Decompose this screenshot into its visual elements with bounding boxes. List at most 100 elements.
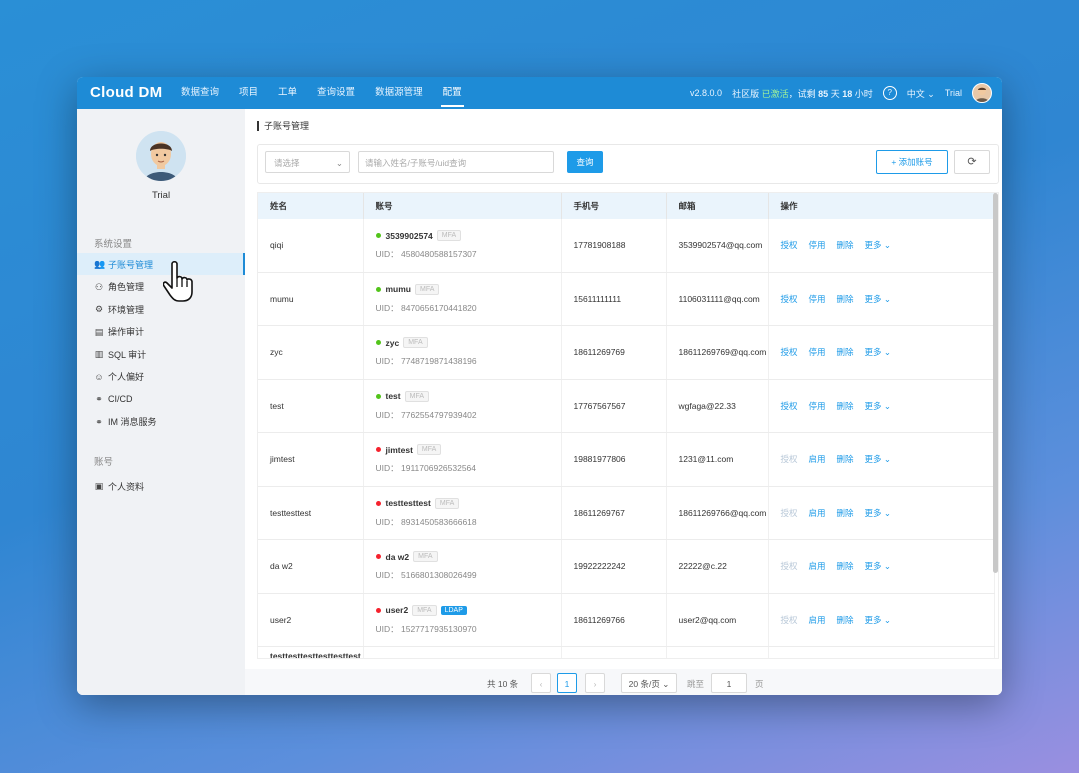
nav-item-5[interactable]: 配置: [440, 77, 464, 109]
cell-email: wgfaga@22.33: [666, 379, 769, 433]
more-button[interactable]: 更多 ⌄: [865, 508, 891, 518]
account-line: da w2 MFA: [375, 551, 560, 563]
cell-actions: 授权 停用 删除 更多 ⌄: [768, 325, 995, 380]
mfa-badge: MFA: [413, 551, 438, 563]
add-account-button[interactable]: + 添加账号: [876, 150, 948, 174]
main-content: 子账号管理 请选择 ⌄ 请输入姓名/子账号/uid查询 查询 + 添加账号 ⟳ 姓…: [245, 109, 1002, 695]
table-row[interactable]: jimtest jimtest MFA UID： 1911706926532564 19…: [258, 432, 995, 487]
table-row[interactable]: user2 user2 MFA LDAP UID： 1527717935130970 18…: [258, 593, 995, 647]
delete-button[interactable]: 删除: [837, 508, 854, 518]
prev-page-button[interactable]: ‹: [531, 673, 551, 693]
authorize-button[interactable]: 授权: [781, 508, 798, 518]
authorize-button[interactable]: 授权: [781, 347, 798, 357]
delete-button[interactable]: 删除: [837, 240, 854, 250]
delete-button[interactable]: 删除: [837, 454, 854, 464]
hand-cursor-icon: [163, 260, 193, 302]
nav-item-3[interactable]: 查询设置: [317, 77, 355, 109]
account-line: mumu MFA: [375, 283, 560, 295]
authorize-button[interactable]: 授权: [781, 240, 798, 250]
help-icon[interactable]: ?: [882, 86, 897, 100]
more-button[interactable]: 更多 ⌄: [865, 401, 891, 411]
authorize-button[interactable]: 授权: [781, 454, 798, 464]
toggle-status-button[interactable]: 停用: [809, 347, 826, 357]
page-1-button[interactable]: 1: [557, 673, 577, 693]
pagination: 共 10 条 ‹ 1 › 20 条/页 ⌄ 跳至 1 页: [245, 669, 1002, 695]
toggle-status-button[interactable]: 停用: [809, 401, 826, 411]
table-header: 姓名 账号 手机号 邮箱 操作: [258, 193, 995, 219]
cell-actions: [768, 646, 995, 658]
sidebar-item-preference[interactable]: ☺ 个人偏好: [77, 366, 245, 388]
mfa-badge: MFA: [415, 283, 440, 295]
search-button[interactable]: 查询: [567, 151, 603, 173]
delete-button[interactable]: 删除: [837, 401, 854, 411]
nav-item-4[interactable]: 数据源管理: [375, 77, 423, 109]
more-button[interactable]: 更多 ⌄: [865, 347, 891, 357]
delete-button[interactable]: 删除: [837, 294, 854, 304]
header-avatar[interactable]: [972, 83, 992, 103]
delete-button[interactable]: 删除: [837, 347, 854, 357]
more-button[interactable]: 更多 ⌄: [865, 561, 891, 571]
page-title: 子账号管理: [257, 121, 309, 131]
sidebar-item-label: SQL 审计: [108, 349, 147, 360]
cell-phone: 17767567567: [561, 379, 667, 433]
header-user[interactable]: Trial: [945, 88, 962, 98]
nav-item-2[interactable]: 工单: [278, 77, 297, 109]
nav-item-0[interactable]: 数据查询: [181, 77, 219, 109]
user-avatar[interactable]: [136, 131, 186, 181]
toggle-status-button[interactable]: 停用: [809, 294, 826, 304]
status-select[interactable]: 请选择 ⌄: [265, 151, 350, 173]
table-row[interactable]: zyc zyc MFA UID： 7748719871438196 1861126976…: [258, 325, 995, 380]
group-title-account: 账号: [94, 457, 114, 468]
more-button[interactable]: 更多 ⌄: [865, 240, 891, 250]
sidebar-item-users[interactable]: 👥 子账号管理: [77, 253, 245, 275]
nav-item-1[interactable]: 项目: [239, 77, 258, 109]
sidebar-item-cicd[interactable]: ⚭ CI/CD: [77, 388, 245, 410]
account-line: user2 MFA LDAP: [375, 604, 560, 616]
refresh-icon[interactable]: ⟳: [954, 150, 990, 174]
table-row[interactable]: mumu mumu MFA UID： 8470656170441820 15611111…: [258, 272, 995, 326]
table-row[interactable]: qiqi 3539902574 MFA UID： 4580480588157307 17…: [258, 219, 995, 273]
status-dot-icon: [375, 554, 381, 560]
sidebar-item-role[interactable]: ⚇ 角色管理: [77, 276, 245, 298]
authorize-button[interactable]: 授权: [781, 294, 798, 304]
toggle-status-button[interactable]: 启用: [809, 615, 826, 625]
account-name: jimtest: [385, 444, 413, 455]
sidebar-item-sql-audit[interactable]: ▥ SQL 审计: [77, 343, 245, 365]
cell-phone: 18611269767: [561, 486, 667, 540]
next-page-button[interactable]: ›: [585, 673, 605, 693]
sidebar-item-profile[interactable]: ▣ 个人资料: [77, 475, 245, 497]
table-row[interactable]: test test MFA UID： 7762554797939402 17767567…: [258, 379, 995, 433]
page-size-select[interactable]: 20 条/页 ⌄: [621, 673, 677, 693]
sidebar-username: Trial: [151, 190, 171, 201]
search-input[interactable]: 请输入姓名/子账号/uid查询: [358, 151, 554, 173]
delete-button[interactable]: 删除: [837, 615, 854, 625]
toggle-status-button[interactable]: 启用: [809, 508, 826, 518]
more-button[interactable]: 更多 ⌄: [865, 454, 891, 464]
sidebar-item-label: 环境管理: [108, 304, 145, 315]
toggle-status-button[interactable]: 停用: [809, 240, 826, 250]
more-button[interactable]: 更多 ⌄: [865, 294, 891, 304]
cell-actions: 授权 启用 删除 更多 ⌄: [768, 593, 995, 647]
im-icon: ⚭: [95, 416, 103, 427]
ldap-badge: LDAP: [440, 605, 467, 615]
toggle-status-button[interactable]: 启用: [809, 454, 826, 464]
table-scrollbar[interactable]: [993, 193, 998, 573]
sidebar-item-im[interactable]: ⚭ IM 消息服务: [77, 411, 245, 433]
authorize-button[interactable]: 授权: [781, 561, 798, 571]
cell-actions: 授权 停用 删除 更多 ⌄: [768, 272, 995, 326]
language-selector[interactable]: 中文 ⌄: [907, 87, 935, 100]
more-button[interactable]: 更多 ⌄: [865, 615, 891, 625]
sidebar-item-env[interactable]: ⚙ 环境管理: [77, 298, 245, 320]
cell-name: qiqi: [258, 219, 364, 273]
authorize-button[interactable]: 授权: [781, 401, 798, 411]
table-row[interactable]: testtesttest testtesttest MFA UID： 89314505…: [258, 486, 995, 540]
goto-input[interactable]: 1: [711, 673, 747, 693]
toggle-status-button[interactable]: 启用: [809, 561, 826, 571]
app-logo[interactable]: Cloud DM: [90, 84, 162, 101]
delete-button[interactable]: 删除: [837, 561, 854, 571]
sidebar-item-audit[interactable]: ▤ 操作审计: [77, 321, 245, 343]
authorize-button[interactable]: 授权: [781, 615, 798, 625]
status-dot-icon: [375, 340, 381, 346]
table-row[interactable]: da w2 da w2 MFA UID： 5166801308026499 199222…: [258, 539, 995, 594]
table-row[interactable]: testtesttesttesttesttesttesttesttesttest: [258, 646, 995, 658]
